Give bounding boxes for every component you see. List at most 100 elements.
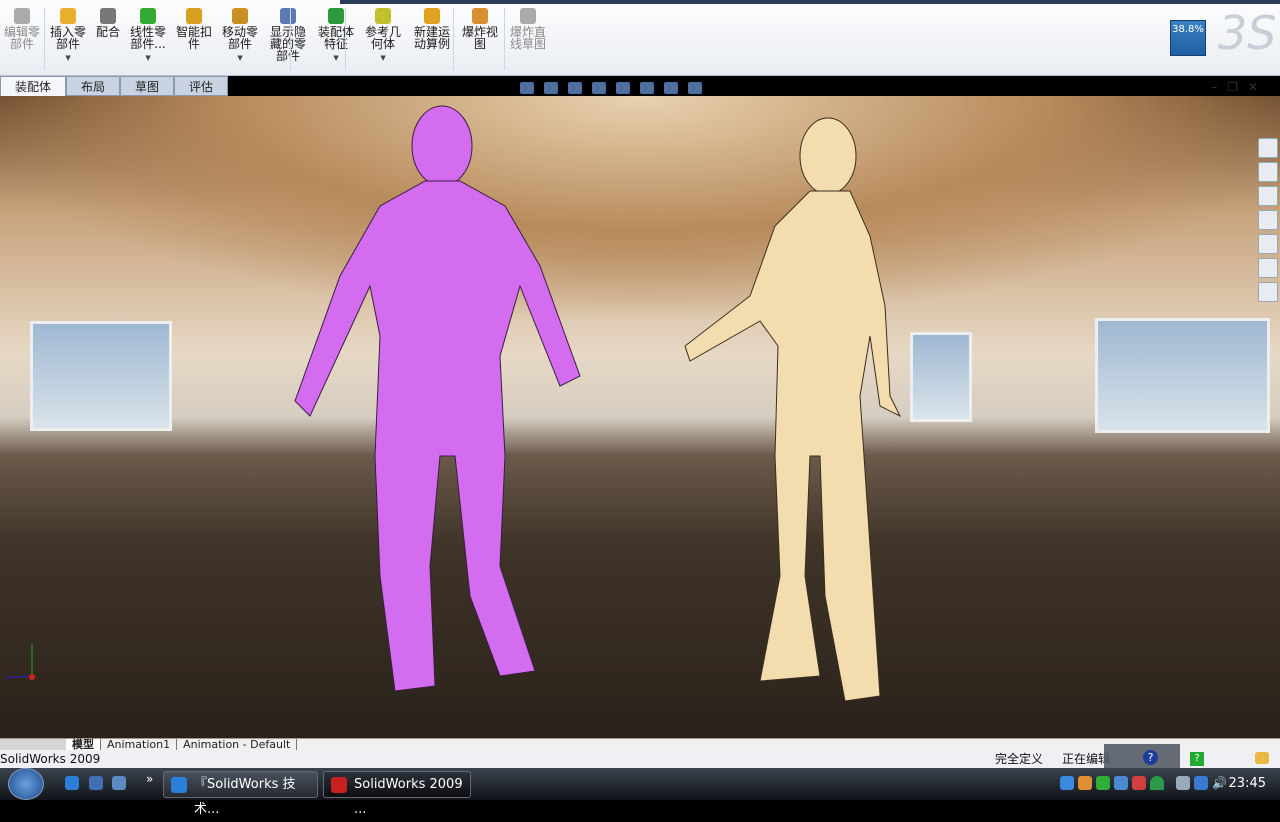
ds-logo: 3S	[1218, 6, 1277, 60]
security-shield-icon[interactable]	[1096, 776, 1110, 790]
toolbar-button[interactable]: 配合	[96, 8, 120, 38]
axis-triad	[5, 644, 35, 680]
task-label: 『SolidWorks 技术...	[194, 777, 296, 817]
toolbar-button-label: 装配体 特征	[318, 25, 355, 51]
design-library-icon[interactable]	[1258, 162, 1278, 182]
toolbar-button[interactable]: 移动零 部件 ▼	[222, 8, 258, 64]
task-ie-window[interactable]: 『SolidWorks 技术...	[163, 771, 318, 817]
toolbar-separator	[290, 8, 292, 70]
tray-app-icon[interactable]	[1078, 776, 1092, 790]
dropdown-arrow-icon[interactable]: ▼	[380, 52, 385, 64]
toolbar-separator	[44, 8, 45, 70]
help-icon[interactable]: ?	[1143, 750, 1158, 765]
display-style-icon[interactable]	[592, 82, 606, 94]
dropdown-arrow-icon[interactable]: ▼	[333, 52, 338, 64]
linear-pattern-icon	[140, 8, 156, 24]
home-icon[interactable]	[1258, 138, 1278, 158]
toolbar-button[interactable]: 插入零 部件 ▼	[50, 8, 86, 64]
assembly-features-icon	[328, 8, 344, 24]
network-icon[interactable]	[1194, 776, 1208, 790]
view-orientation-icon[interactable]	[568, 82, 582, 94]
search-icon[interactable]	[1258, 210, 1278, 230]
scene-icon[interactable]	[664, 82, 678, 94]
toolbar-button[interactable]: 编辑零 部件	[4, 8, 40, 50]
toolbar-button[interactable]: 爆炸直 线草图	[510, 8, 546, 50]
tab-animation-default[interactable]: Animation - Default	[177, 739, 298, 751]
toolbar-button-label: 配合	[96, 25, 121, 39]
umbrella-icon[interactable]	[1150, 776, 1164, 790]
file-explorer-icon[interactable]	[1258, 186, 1278, 206]
tab-animation1[interactable]: Animation1	[101, 739, 178, 751]
heads-up-view-toolbar	[520, 82, 702, 94]
mate-icon	[100, 8, 116, 24]
window-controls[interactable]: –❐✕	[1211, 80, 1268, 94]
toolbar-button-label: 爆炸视 图	[462, 25, 499, 51]
tag-icon[interactable]	[1255, 752, 1269, 764]
tab-scroll-arrows[interactable]	[0, 739, 66, 750]
task-pane-tabs	[1258, 138, 1280, 302]
switch-windows-icon[interactable]	[112, 776, 126, 790]
title-strip	[340, 0, 1280, 4]
toolbar-button[interactable]: 爆炸视 图	[462, 8, 498, 50]
show-desktop-icon[interactable]	[89, 776, 103, 790]
language-bar[interactable]	[1104, 744, 1180, 770]
tab-assembly[interactable]: 装配体	[0, 76, 67, 96]
view-settings-icon[interactable]	[688, 82, 702, 94]
graphics-viewport[interactable]	[0, 96, 1280, 738]
figure-left	[294, 105, 581, 692]
volume-icon[interactable]: 🔊	[1212, 776, 1227, 790]
dropdown-arrow-icon[interactable]: ▼	[145, 52, 150, 64]
status-definition: 完全定义	[995, 752, 1044, 766]
ie-quicklaunch-icon[interactable]	[65, 776, 79, 790]
dropdown-arrow-icon[interactable]: ▼	[237, 52, 242, 64]
status-app: SolidWorks 2009	[0, 752, 101, 766]
custom-properties-icon[interactable]	[1258, 282, 1278, 302]
tray-blocked-icon[interactable]	[1132, 776, 1146, 790]
toolbar-button-label: 移动零 部件	[222, 25, 259, 51]
power-icon[interactable]	[1176, 776, 1190, 790]
exploded-view-icon	[472, 8, 488, 24]
toolbar-button[interactable]: 装配体 特征 ▼	[318, 8, 354, 64]
taskbar: » 『SolidWorks 技术... SolidWorks 2009 ... …	[0, 768, 1280, 817]
zoom-level-badge: 38.8%	[1170, 20, 1206, 56]
toolbar-button-label: 线性零 部件...	[130, 25, 167, 51]
toolbar-button-label: 显示隐 藏的零 部件	[270, 25, 307, 63]
toolbar-separator	[345, 8, 347, 70]
start-button[interactable]	[8, 768, 44, 800]
task-label: SolidWorks 2009 ...	[354, 777, 463, 817]
status-editing: 正在编辑	[1062, 752, 1111, 766]
hide-show-icon[interactable]	[616, 82, 630, 94]
toolbar-button-label: 参考几 何体	[365, 25, 402, 51]
toolbar-button[interactable]: 新建运 动算例	[414, 8, 450, 50]
ie-icon	[171, 777, 187, 793]
zoom-to-fit-icon[interactable]	[520, 82, 534, 94]
appearance-icon[interactable]	[640, 82, 654, 94]
command-manager: 编辑零 部件 插入零 部件 ▼ 配合 线性零 部件... ▼ 智能扣 件移动零 部件 ▼ 显示隐…	[0, 0, 1280, 76]
status-bar: SolidWorks 2009 完全定义 正在编辑 ? ?	[0, 744, 1280, 770]
task-solidworks-window[interactable]: SolidWorks 2009 ...	[323, 771, 471, 817]
model-motion-tabs: 模型 Animation1 Animation - Default	[0, 738, 1280, 751]
toolbar-button[interactable]: 参考几 何体 ▼	[365, 8, 401, 64]
tray-network-app-icon[interactable]	[1114, 776, 1128, 790]
toolbar-separator	[453, 8, 455, 70]
help-topic-icon[interactable]: ?	[1190, 752, 1204, 766]
tab-sketch[interactable]: 草图	[120, 76, 175, 96]
quicklaunch-overflow[interactable]: »	[146, 772, 153, 786]
dropdown-arrow-icon[interactable]: ▼	[65, 52, 70, 64]
toolbar-button-label: 爆炸直 线草图	[510, 25, 547, 51]
tab-layout[interactable]: 布局	[66, 76, 121, 96]
appearances-icon[interactable]	[1258, 258, 1278, 278]
tab-evaluate[interactable]: 评估	[174, 76, 229, 96]
tab-model[interactable]: 模型	[66, 739, 101, 751]
zoom-area-icon[interactable]	[544, 82, 558, 94]
toolbar-button[interactable]: 显示隐 藏的零 部件	[270, 8, 306, 62]
new-motion-study-icon	[424, 8, 440, 24]
view-palette-icon[interactable]	[1258, 234, 1278, 254]
model-figures	[5, 105, 902, 702]
toolbar-button[interactable]: 智能扣 件	[176, 8, 212, 50]
clock[interactable]: 23:45	[1229, 776, 1266, 791]
move-component-icon	[232, 8, 248, 24]
toolbar-button[interactable]: 线性零 部件... ▼	[130, 8, 166, 64]
toolbar-button-label: 插入零 部件	[50, 25, 87, 51]
tray-arrow-icon[interactable]	[1060, 776, 1074, 790]
